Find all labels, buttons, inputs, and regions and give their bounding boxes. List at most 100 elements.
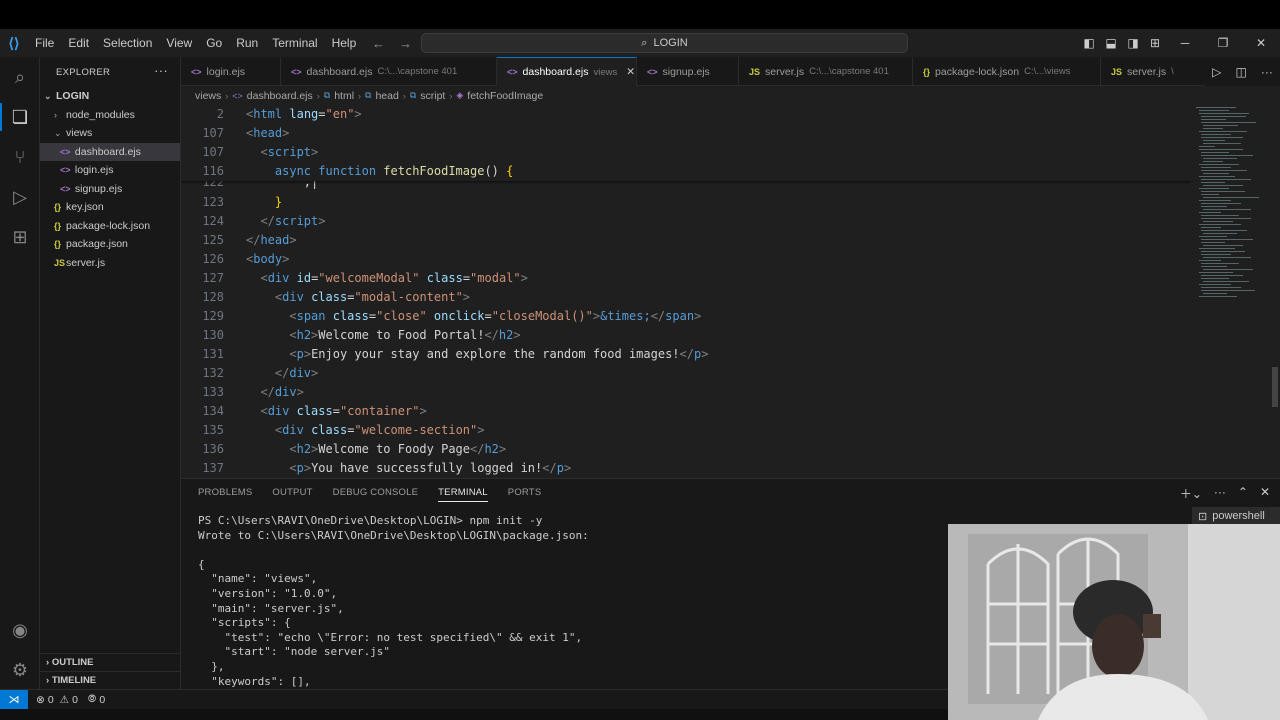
json-file-icon: {} (54, 202, 62, 212)
explorer-sidebar: EXPLORER ··· ⌄ LOGIN › node_modules ⌄ views… (40, 57, 181, 689)
json-file-icon: {} (923, 66, 931, 77)
timeline-section[interactable]: › TIMELINE (40, 671, 181, 689)
element-icon: ⧉ (323, 90, 331, 100)
ejs-file-icon: <> (60, 165, 71, 175)
source-control-icon[interactable]: ⑂ (8, 145, 32, 169)
account-icon[interactable]: ◉ (8, 618, 32, 642)
toggle-secondary-sidebar-icon[interactable]: ◨ (1122, 36, 1144, 50)
close-tab-icon[interactable]: ✕ (626, 66, 635, 78)
breadcrumb-item[interactable]: head (375, 90, 398, 102)
toggle-panel-icon[interactable]: ⬓ (1100, 36, 1122, 50)
search-icon[interactable]: ⌕ (8, 65, 32, 89)
error-icon[interactable]: ⊗ (36, 694, 45, 706)
tree-item-package-lock-json[interactable]: {} package-lock.json (40, 217, 180, 236)
webcam-image (948, 524, 1280, 720)
tab-server-js[interactable]: JS server.js \ (1101, 57, 1205, 86)
chevron-down-icon: ⌄ (54, 128, 62, 138)
breadcrumb-item[interactable]: html (334, 90, 354, 102)
panel-actions: ＋⌄ ··· ⌃ ✕ (1180, 485, 1270, 502)
ports-count: 0 (99, 693, 106, 706)
terminal-output[interactable]: PS C:\Users\RAVI\OneDrive\Desktop\LOGIN>… (198, 514, 589, 689)
tab-dashboard-ejs-views[interactable]: <> dashboard.ejs views ✕ (497, 57, 637, 86)
remote-indicator-icon[interactable]: ⋊ (0, 689, 28, 710)
menu-help[interactable]: Help (325, 29, 364, 57)
explorer-icon[interactable]: ❏ (8, 105, 32, 129)
customize-layout-icon[interactable]: ⊞ (1144, 36, 1166, 50)
js-file-icon: JS (54, 257, 66, 268)
tree-item-server-js[interactable]: JSserver.js (40, 254, 180, 273)
code-line: 136 <h2>Welcome to Foody Page</h2> (202, 442, 507, 456)
breadcrumb-item[interactable]: fetchFoodImage (467, 90, 543, 102)
tab-login-ejs[interactable]: <> login.ejs (181, 57, 281, 86)
tree-item-signup-ejs[interactable]: <> signup.ejs (40, 180, 180, 199)
close-panel-icon[interactable]: ✕ (1260, 485, 1270, 502)
error-count: 0 (47, 693, 54, 706)
run-icon[interactable]: ▷ (1212, 65, 1221, 79)
breadcrumb-item[interactable]: views (195, 90, 221, 102)
code-line: 107 <script> (181, 143, 1191, 162)
tab-ports[interactable]: PORTS (508, 487, 542, 498)
json-file-icon: {} (54, 220, 62, 231)
menu-run[interactable]: Run (229, 29, 265, 57)
tab-signup-ejs[interactable]: <> signup.ejs (637, 57, 739, 86)
outline-section[interactable]: › OUTLINE (40, 653, 181, 671)
terminal-icon: ⊡ (1198, 510, 1208, 523)
minimap[interactable] (1191, 105, 1271, 478)
chevron-right-icon: › (225, 90, 229, 101)
minimize-icon[interactable]: ─ (1166, 36, 1204, 50)
menu-view[interactable]: View (159, 29, 199, 57)
ports-icon[interactable]: ⦾ (88, 693, 96, 706)
menu-selection[interactable]: Selection (96, 29, 159, 57)
close-window-icon[interactable]: ✕ (1242, 36, 1280, 50)
tab-package-lock-json[interactable]: {} package-lock.json C:\...\views (913, 57, 1101, 86)
more-actions-icon[interactable]: ··· (1261, 65, 1273, 79)
tab-dashboard-ejs-capstone[interactable]: <> dashboard.ejs C:\...\capstone 401 (281, 57, 497, 86)
split-editor-icon[interactable]: ◫ (1235, 65, 1246, 79)
run-debug-icon[interactable]: ▷ (8, 185, 32, 209)
tree-item-node-modules[interactable]: › node_modules (40, 106, 180, 125)
breadcrumb-item[interactable]: script (420, 90, 445, 102)
editor-scrollbar[interactable] (1272, 367, 1278, 407)
new-terminal-icon[interactable]: ＋⌄ (1180, 485, 1202, 502)
maximize-icon[interactable]: ❐ (1204, 36, 1242, 50)
menu-file[interactable]: File (28, 29, 61, 57)
toggle-sidebar-icon[interactable]: ◧ (1078, 36, 1100, 50)
json-file-icon: {} (54, 239, 62, 249)
more-actions-icon[interactable]: ··· (154, 63, 168, 78)
menu-edit[interactable]: Edit (61, 29, 96, 57)
maximize-panel-icon[interactable]: ⌃ (1238, 485, 1248, 502)
command-center[interactable]: ⌕ LOGIN (421, 33, 908, 53)
tab-debug-console[interactable]: DEBUG CONSOLE (333, 487, 418, 498)
forward-arrow-icon[interactable]: → (399, 36, 412, 51)
menu-terminal[interactable]: Terminal (265, 29, 324, 57)
panel-tabs: PROBLEMS OUTPUT DEBUG CONSOLE TERMINAL P… (181, 479, 1280, 506)
tree-item-views[interactable]: ⌄ views (40, 124, 180, 143)
warning-icon[interactable]: ⚠ (60, 694, 69, 706)
more-actions-icon[interactable]: ··· (1214, 485, 1226, 502)
sticky-scroll-shadow (181, 181, 1191, 184)
terminal-instance-powershell[interactable]: ⊡ powershell (1192, 507, 1280, 525)
tree-item-key-json[interactable]: {} key.json (40, 198, 180, 217)
back-arrow-icon[interactable]: ← (372, 36, 385, 51)
code-line: 127 <div id="welcomeModal" class="modal"… (202, 271, 528, 285)
tree-item-package-json[interactable]: {} package.json (40, 235, 180, 254)
settings-gear-icon[interactable]: ⚙ (8, 658, 32, 682)
tab-problems[interactable]: PROBLEMS (198, 487, 252, 498)
tree-root-login[interactable]: ⌄ LOGIN (40, 87, 180, 106)
tab-output[interactable]: OUTPUT (272, 487, 312, 498)
ejs-file-icon: <> (291, 66, 302, 77)
code-line: 133 </div> (202, 385, 304, 399)
code-editor[interactable]: 2 <html lang="en"> 107 <head> 107 <script>… (181, 105, 1280, 478)
js-file-icon: JS (1111, 66, 1123, 77)
extensions-icon[interactable]: ⊞ (8, 225, 32, 249)
tab-server-js-capstone[interactable]: JS server.js C:\...\capstone 401 (739, 57, 913, 86)
breadcrumb-item[interactable]: dashboard.ejs (247, 90, 313, 102)
command-center-label: LOGIN (653, 37, 688, 49)
tree-item-login-ejs[interactable]: <> login.ejs (40, 161, 180, 180)
editor-tabs: <> login.ejs <> dashboard.ejs C:\...\capsto… (181, 57, 1280, 86)
tree-item-dashboard-ejs[interactable]: <> dashboard.ejs (40, 142, 180, 161)
menu-go[interactable]: Go (199, 29, 229, 57)
code-line: 129 <span class="close" onclick="closeMo… (202, 309, 702, 323)
editor-actions: ▷ ◫ ··· (1205, 57, 1280, 86)
tab-terminal[interactable]: TERMINAL (438, 483, 488, 502)
